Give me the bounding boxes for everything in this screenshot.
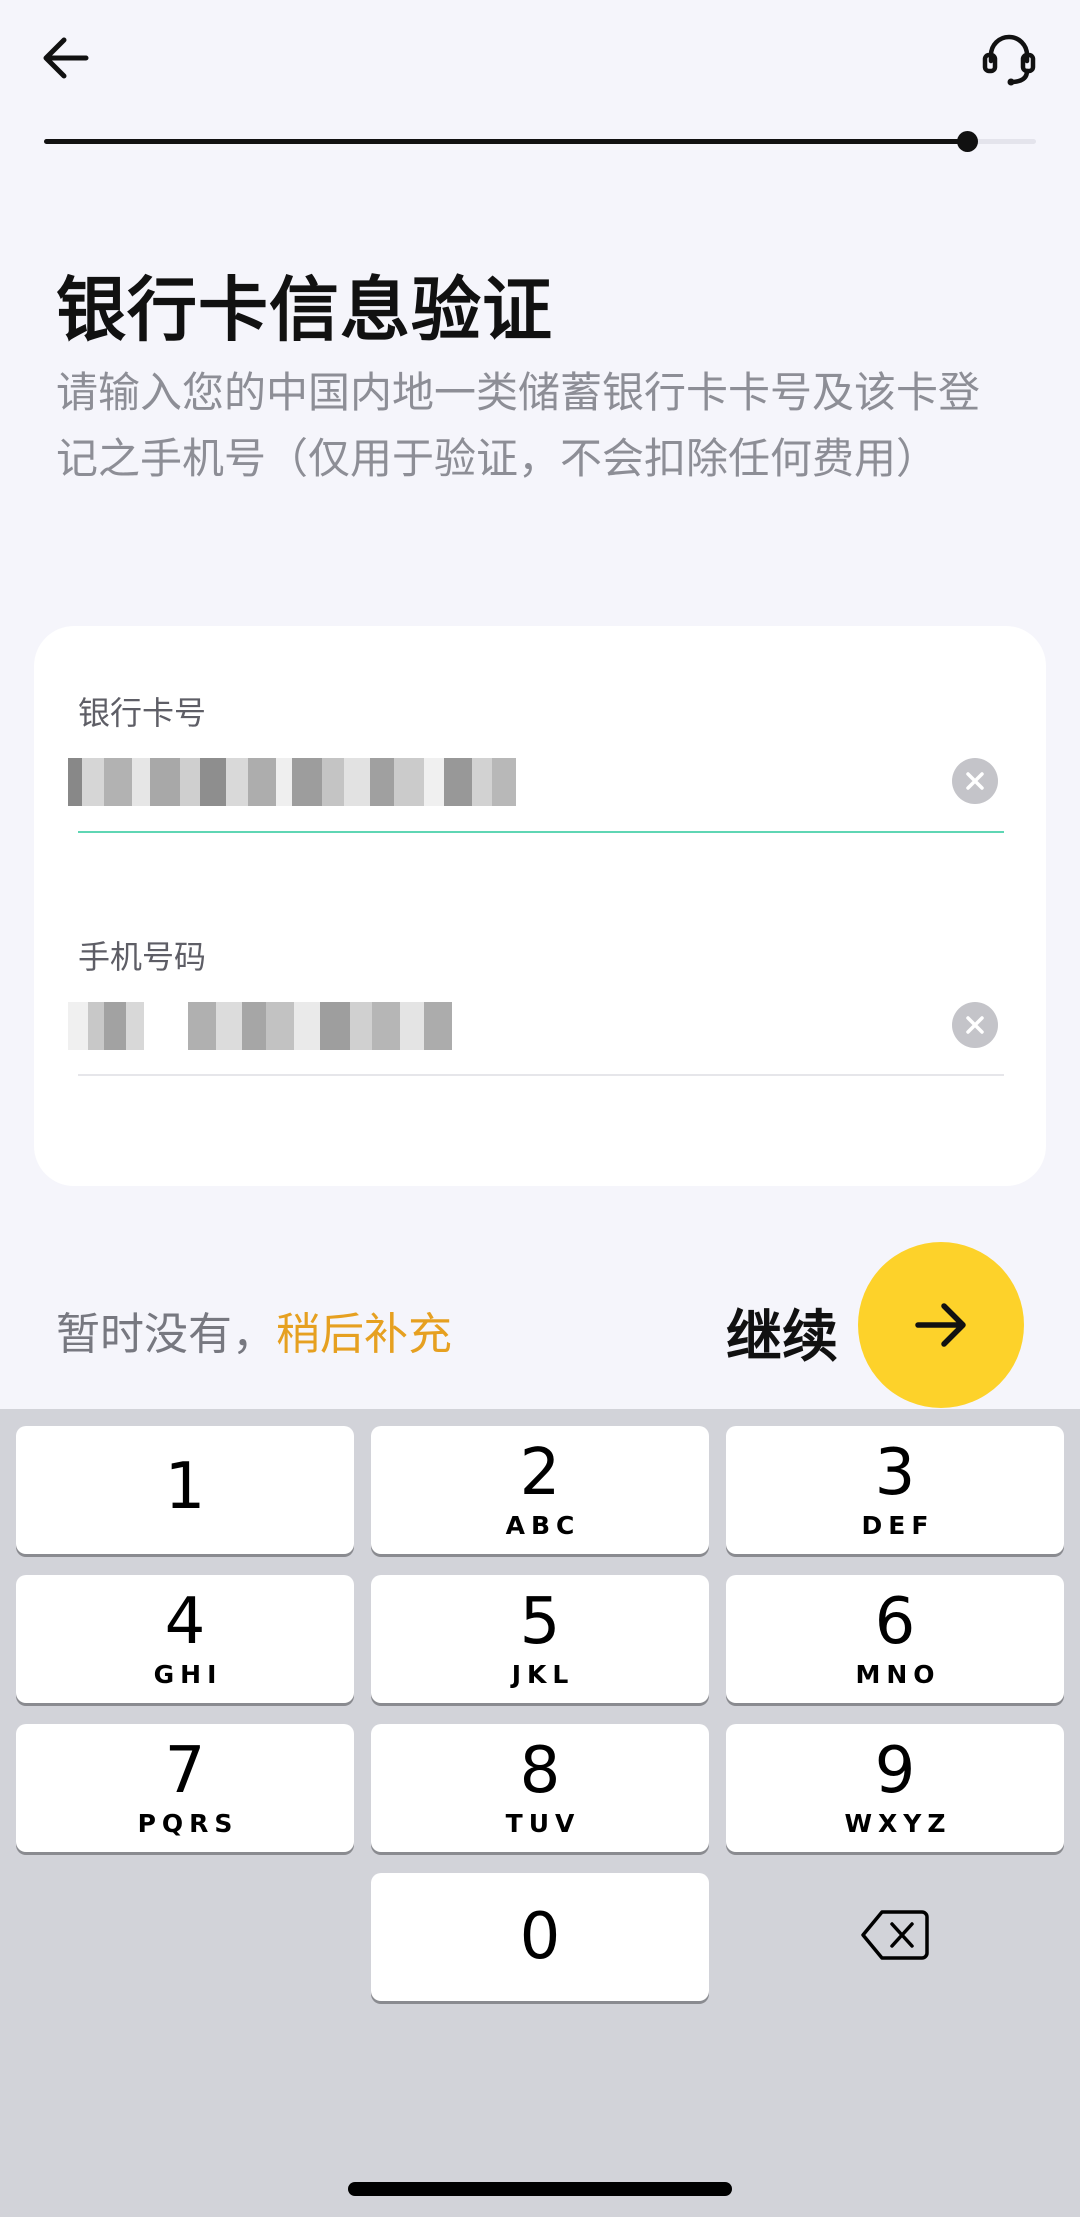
- card-number-underline: [78, 831, 1004, 833]
- progress-fill: [44, 139, 967, 144]
- key-digit: 2: [519, 1435, 561, 1510]
- key-2[interactable]: 2 ABC: [371, 1426, 709, 1554]
- delete-key[interactable]: [726, 1871, 1064, 1999]
- back-button[interactable]: [36, 28, 96, 88]
- key-digit: 4: [164, 1584, 206, 1659]
- backspace-icon: [861, 1910, 929, 1960]
- phone-number-input[interactable]: [68, 998, 452, 1054]
- arrow-left-icon: [43, 37, 89, 79]
- key-letters: TUV: [505, 1808, 581, 1838]
- add-later-link[interactable]: 稍后补充: [276, 1309, 452, 1360]
- page-title: 银行卡信息验证: [56, 269, 553, 351]
- key-1[interactable]: 1: [16, 1426, 354, 1554]
- card-number-input[interactable]: [68, 754, 516, 810]
- clear-card-number-button[interactable]: [952, 758, 998, 804]
- key-letters: JKL: [511, 1659, 575, 1689]
- page-subtitle: 请输入您的中国内地一类储蓄银行卡卡号及该卡登记之手机号（仅用于验证，不会扣除任何…: [56, 368, 981, 483]
- key-0[interactable]: 0: [371, 1873, 709, 2001]
- key-letters: DEF: [861, 1510, 935, 1540]
- key-letters: WXYZ: [844, 1808, 952, 1838]
- continue-button[interactable]: [858, 1242, 1024, 1408]
- continue-label[interactable]: 继续: [726, 1292, 838, 1373]
- numeric-keypad: 1 2 ABC 3 DEF 4 GHI 5 JKL 6 MNO 7 PQRS 8: [0, 1409, 1080, 2217]
- key-digit: 0: [519, 1900, 561, 1974]
- home-indicator[interactable]: [348, 2182, 732, 2196]
- headset-icon: [982, 34, 1036, 86]
- phone-number-masked-value: [68, 1002, 452, 1050]
- progress-bar: [44, 131, 1036, 152]
- key-digit: 5: [519, 1584, 561, 1659]
- close-icon: [966, 1016, 984, 1034]
- card-number-masked-value: [68, 758, 516, 806]
- key-8[interactable]: 8 TUV: [371, 1724, 709, 1852]
- phone-number-label: 手机号码: [78, 938, 207, 976]
- key-digit: 9: [874, 1733, 916, 1808]
- phone-number-underline: [78, 1074, 1004, 1076]
- key-letters: PQRS: [137, 1808, 239, 1838]
- key-7[interactable]: 7 PQRS: [16, 1724, 354, 1852]
- key-letters: ABC: [505, 1510, 581, 1540]
- bank-card-verification-screen: 银行卡信息验证 请输入您的中国内地一类储蓄银行卡卡号及该卡登记之手机号（仅用于验…: [0, 0, 1080, 2217]
- customer-support-button[interactable]: [976, 26, 1042, 92]
- progress-knob: [956, 131, 978, 152]
- key-digit: 8: [519, 1733, 561, 1808]
- add-later-prefix: 暂时没有，: [56, 1309, 276, 1360]
- form-card: 银行卡号 手机号码: [34, 626, 1046, 1186]
- key-digit: 7: [164, 1733, 206, 1808]
- clear-phone-number-button[interactable]: [952, 1002, 998, 1048]
- card-number-label: 银行卡号: [78, 694, 207, 732]
- key-digit: 6: [874, 1584, 916, 1659]
- add-later-row: 暂时没有，稍后补充: [56, 1298, 452, 1362]
- arrow-right-icon: [915, 1303, 966, 1347]
- key-6[interactable]: 6 MNO: [726, 1575, 1064, 1703]
- key-letters: GHI: [153, 1659, 223, 1689]
- key-9[interactable]: 9 WXYZ: [726, 1724, 1064, 1852]
- key-digit: 1: [164, 1450, 206, 1524]
- key-3[interactable]: 3 DEF: [726, 1426, 1064, 1554]
- close-icon: [966, 772, 984, 790]
- key-5[interactable]: 5 JKL: [371, 1575, 709, 1703]
- key-4[interactable]: 4 GHI: [16, 1575, 354, 1703]
- key-digit: 3: [874, 1435, 916, 1510]
- key-letters: MNO: [855, 1659, 941, 1689]
